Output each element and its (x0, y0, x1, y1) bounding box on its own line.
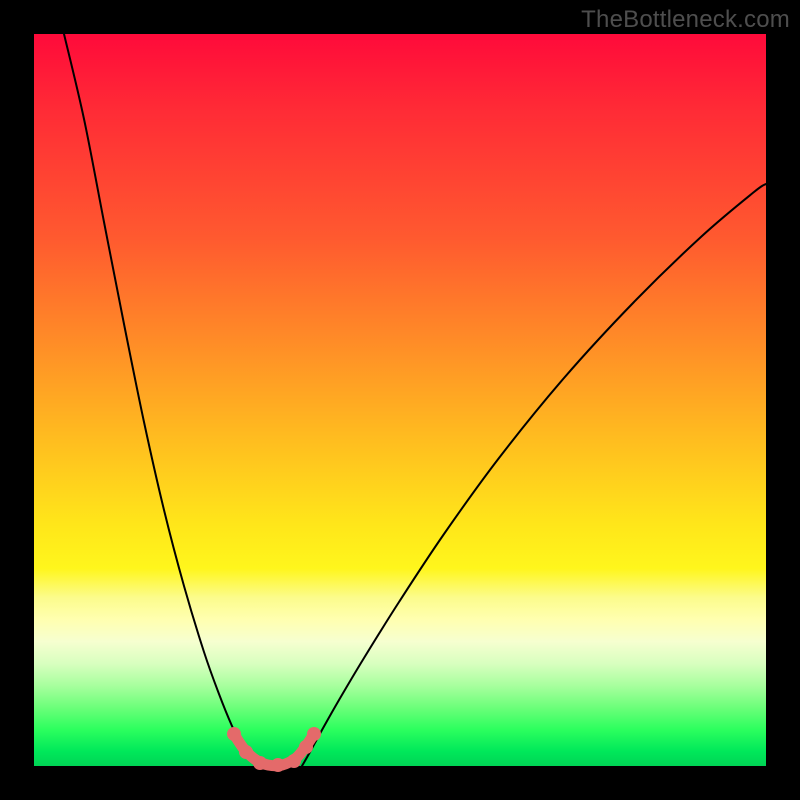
valley-dot (271, 758, 285, 772)
valley-dot (299, 740, 313, 754)
curve-layer (34, 34, 766, 766)
watermark-text: TheBottleneck.com (581, 6, 790, 34)
valley-dot (239, 745, 253, 759)
bottleneck-curve-left (64, 34, 256, 766)
bottleneck-curve-right (302, 184, 766, 766)
chart-frame: TheBottleneck.com (0, 0, 800, 800)
valley-dot (227, 727, 241, 741)
valley-dot (253, 756, 267, 770)
valley-dot (307, 727, 321, 741)
valley-dot (287, 754, 301, 768)
valley-dots (227, 727, 321, 772)
plot-area (34, 34, 766, 766)
